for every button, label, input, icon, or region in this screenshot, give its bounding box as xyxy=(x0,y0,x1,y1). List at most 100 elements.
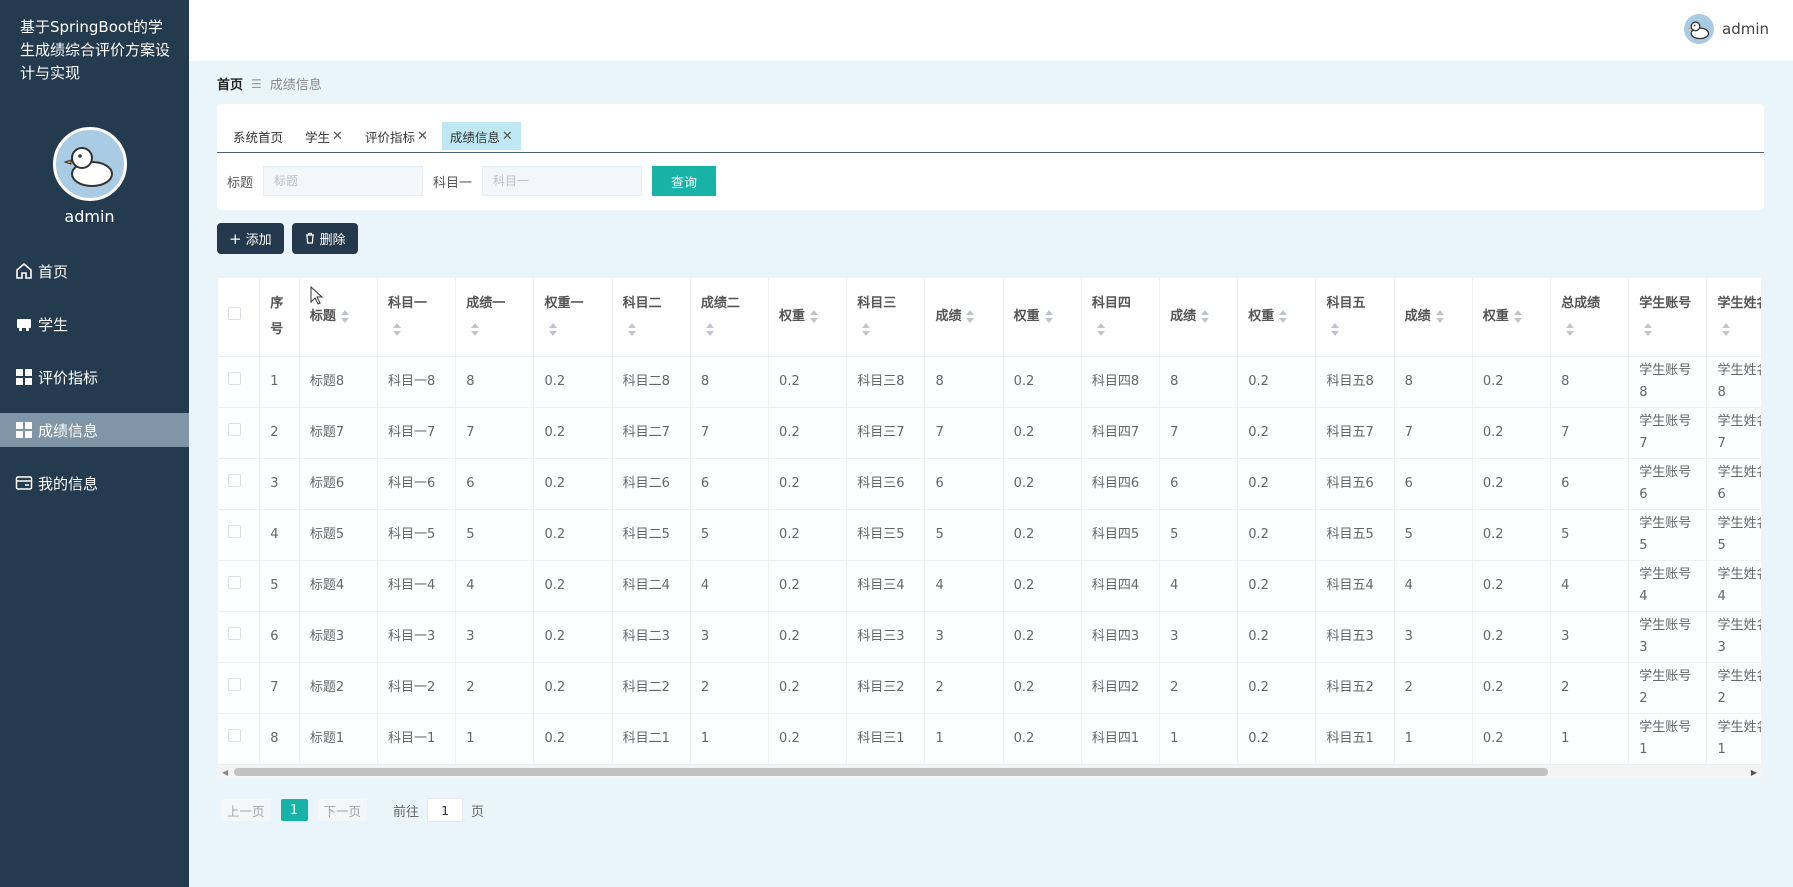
table-cell: 5 xyxy=(455,509,535,561)
tab-evaluation[interactable]: 评价指标 ✕ xyxy=(356,122,436,150)
table-cell: 0.2 xyxy=(768,458,848,510)
table-cell: 2 xyxy=(1550,662,1630,714)
breadcrumb-home[interactable]: 首页 xyxy=(217,74,243,93)
table-cell: 科目四4 xyxy=(1081,560,1161,612)
row-checkbox[interactable] xyxy=(228,575,241,589)
sort-caret-icon[interactable] xyxy=(1330,322,1340,336)
column-header[interactable]: 学生姓名 xyxy=(1706,278,1761,357)
table-cell: 4 xyxy=(1394,560,1473,612)
page-number-current[interactable]: 1 xyxy=(280,799,308,821)
subject1-input[interactable] xyxy=(482,166,643,196)
tab-system-home[interactable]: 系统首页 xyxy=(225,122,292,150)
column-header[interactable]: 权重一 xyxy=(533,278,613,357)
column-header[interactable]: 成绩二 xyxy=(690,278,770,357)
column-header[interactable]: 科目五 xyxy=(1315,278,1395,357)
table-cell: 2 xyxy=(259,407,300,459)
sort-caret-icon[interactable] xyxy=(392,322,402,336)
column-header[interactable]: 科目四 xyxy=(1081,278,1161,357)
sort-caret-icon[interactable] xyxy=(340,309,350,323)
column-header[interactable]: 科目二 xyxy=(612,278,691,357)
table-cell: 0.2 xyxy=(533,713,613,765)
sort-caret-icon[interactable] xyxy=(965,309,975,323)
column-header[interactable]: 权重 xyxy=(1237,278,1317,357)
prev-page-button[interactable]: 上一页 xyxy=(221,799,271,821)
table-cell: 科目一5 xyxy=(377,509,457,561)
scroll-left-arrow-icon[interactable]: ◀ xyxy=(222,768,228,777)
close-icon[interactable]: ✕ xyxy=(502,129,513,144)
row-checkbox[interactable] xyxy=(228,422,241,436)
title-input[interactable] xyxy=(263,166,424,196)
table-cell: 科目三8 xyxy=(846,356,926,408)
sort-caret-icon[interactable] xyxy=(1565,322,1575,336)
sort-caret-icon[interactable] xyxy=(1200,309,1210,323)
sort-caret-icon[interactable] xyxy=(861,322,871,336)
sidebar-item-home[interactable]: 首页 xyxy=(0,254,189,288)
table-cell: 0.2 xyxy=(1472,662,1552,714)
column-header[interactable]: 成绩 xyxy=(924,278,1004,357)
row-checkbox[interactable] xyxy=(228,728,241,742)
table-cell: 学生姓名2 xyxy=(1706,662,1761,714)
table-cell: 3 xyxy=(690,611,770,663)
column-header-label: 权重一 xyxy=(544,295,584,311)
scroll-right-arrow-icon[interactable]: ▶ xyxy=(1751,768,1757,777)
table-cell: 1 xyxy=(690,713,770,765)
table-cell: 学生姓名5 xyxy=(1706,509,1761,561)
sort-caret-icon[interactable] xyxy=(1643,322,1653,336)
table-cell: 0.2 xyxy=(533,407,613,459)
sort-caret-icon[interactable] xyxy=(627,322,637,336)
action-bar: + 添加 删除 xyxy=(217,223,366,254)
sort-caret-icon[interactable] xyxy=(548,322,558,336)
horizontal-scrollbar[interactable]: ◀ ▶ xyxy=(218,764,1761,778)
query-button[interactable]: 查询 xyxy=(652,166,717,196)
table-cell: 6 xyxy=(1394,458,1473,510)
row-checkbox[interactable] xyxy=(228,524,241,538)
column-header[interactable]: 学生账号 xyxy=(1628,278,1708,357)
column-header-label: 科目二 xyxy=(622,295,662,311)
table-cell: 6 xyxy=(1159,458,1239,510)
column-header[interactable]: 权重 xyxy=(1003,278,1082,357)
sort-caret-icon[interactable] xyxy=(1044,309,1054,323)
column-header[interactable]: 成绩 xyxy=(1159,278,1239,357)
sort-caret-icon[interactable] xyxy=(470,322,480,336)
column-header[interactable]: 总成绩 xyxy=(1550,278,1630,357)
row-checkbox[interactable] xyxy=(228,677,241,691)
column-header[interactable]: 科目一 xyxy=(377,278,457,357)
table-cell: 0.2 xyxy=(768,407,848,459)
scrollbar-thumb[interactable] xyxy=(234,768,1548,776)
delete-button[interactable]: 删除 xyxy=(291,223,358,254)
tab-scores[interactable]: 成绩信息 ✕ xyxy=(441,122,521,150)
column-header[interactable]: 科目三 xyxy=(846,278,926,357)
avatar[interactable] xyxy=(53,127,127,201)
row-checkbox[interactable] xyxy=(228,626,241,640)
sort-caret-icon[interactable] xyxy=(1721,322,1731,336)
next-page-button[interactable]: 下一页 xyxy=(317,799,368,821)
select-all-checkbox[interactable] xyxy=(228,306,241,320)
sort-caret-icon[interactable] xyxy=(809,309,819,323)
table-cell: 科目二2 xyxy=(612,662,691,714)
sort-caret-icon[interactable] xyxy=(1278,309,1288,323)
column-header[interactable]: 成绩 xyxy=(1394,278,1473,357)
row-checkbox[interactable] xyxy=(228,473,241,487)
close-icon[interactable]: ✕ xyxy=(417,129,428,144)
sidebar-item-scores[interactable]: 成绩信息 xyxy=(0,413,189,447)
sidebar-item-evaluation[interactable]: 评价指标 xyxy=(0,360,189,394)
goto-page-input[interactable] xyxy=(427,798,464,822)
sort-caret-icon[interactable] xyxy=(705,322,715,336)
sidebar-item-my-info[interactable]: 我的信息 xyxy=(0,466,189,500)
tab-student[interactable]: 学生 ✕ xyxy=(297,122,351,150)
sort-caret-icon[interactable] xyxy=(1096,322,1106,336)
table-cell: 科目一2 xyxy=(377,662,457,714)
add-button[interactable]: + 添加 xyxy=(217,223,284,254)
close-icon[interactable]: ✕ xyxy=(332,129,343,144)
sort-caret-icon[interactable] xyxy=(1513,309,1523,323)
column-header[interactable]: 成绩一 xyxy=(455,278,535,357)
column-header[interactable]: 权重 xyxy=(768,278,848,357)
subject1-label: 科目一 xyxy=(433,175,473,191)
table-cell: 0.2 xyxy=(1003,560,1082,612)
row-checkbox[interactable] xyxy=(228,371,241,385)
title-label: 标题 xyxy=(227,175,254,191)
column-header[interactable]: 权重 xyxy=(1472,278,1552,357)
sidebar-item-student[interactable]: 学生 xyxy=(0,307,189,341)
sort-caret-icon[interactable] xyxy=(1435,309,1445,323)
user-menu[interactable]: admin xyxy=(1684,14,1769,44)
